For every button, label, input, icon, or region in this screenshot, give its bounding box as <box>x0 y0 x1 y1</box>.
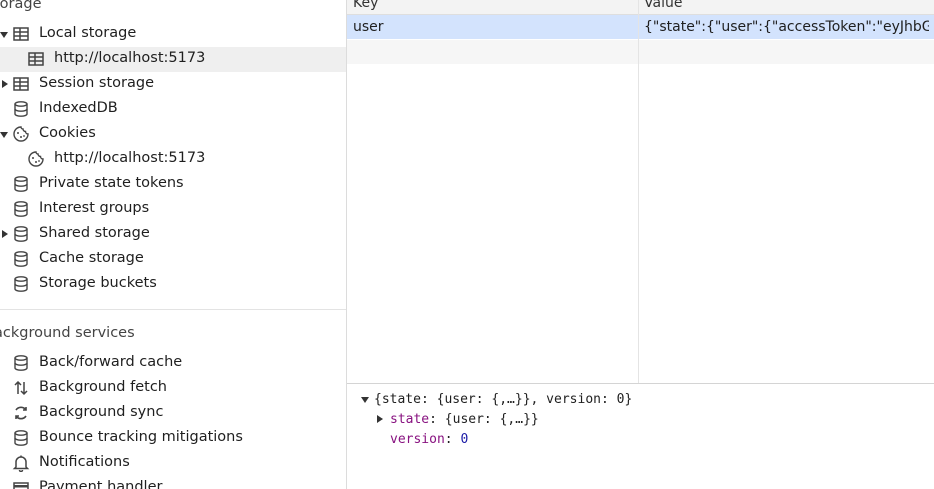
tree-item-label: Cache storage <box>39 250 144 266</box>
tree-item-background-fetch[interactable]: Background fetch <box>0 376 346 401</box>
table-row-empty <box>347 40 934 64</box>
expand-arrow-icon[interactable] <box>0 32 8 38</box>
tree-item-label: Bounce tracking mitigations <box>39 429 243 445</box>
tree-item-payment-handler[interactable]: Payment handler <box>0 476 346 489</box>
expand-arrow-icon[interactable] <box>0 132 8 138</box>
storage-section-header: torage <box>0 0 42 12</box>
preview-version-value: 0 <box>460 432 469 447</box>
background-services-header: ackground services <box>0 325 135 341</box>
database-icon <box>12 225 30 243</box>
tree-item-session-storage[interactable]: Session storage <box>0 72 346 97</box>
table-header <box>347 0 934 15</box>
preview-version-key: version <box>390 432 445 447</box>
tree-item-label: Payment handler <box>39 479 163 489</box>
collapse-arrow-icon[interactable] <box>2 80 8 88</box>
database-icon <box>12 354 30 372</box>
tree-item-label: Session storage <box>39 75 155 91</box>
tree-item-label: Back/forward cache <box>39 354 183 370</box>
card-icon <box>12 479 30 489</box>
tree-item-background-sync[interactable]: Background sync <box>0 401 346 426</box>
row-key-cell: user <box>353 19 384 35</box>
tree-item-local-storage-origin[interactable]: http://localhost:5173 <box>0 47 346 72</box>
tree-item-back-forward-cache[interactable]: Back/forward cache <box>0 351 346 376</box>
preview-colon: : <box>429 412 445 427</box>
row-value-cell: {"state":{"user":{"accessToken":"eyJhbGc… <box>644 19 929 35</box>
preview-state-value: {user: {,…}} <box>444 412 539 427</box>
value-preview: {state: {user: {,…}}, version: 0} state:… <box>347 384 934 489</box>
tree-item-label: IndexedDB <box>39 100 118 116</box>
preview-state-line[interactable]: state: {user: {,…}} <box>390 412 539 427</box>
database-icon <box>12 250 30 268</box>
expand-arrow-icon[interactable] <box>361 397 369 403</box>
column-divider <box>638 0 639 383</box>
tree-item-label: Storage buckets <box>39 275 157 291</box>
preview-version-line: version: 0 <box>390 432 468 447</box>
storage-table: Key Value user {"state":{"user":{"access… <box>347 0 934 383</box>
tree-item-local-storage[interactable]: Local storage <box>0 22 346 47</box>
table-icon <box>27 50 45 68</box>
table-icon <box>12 75 30 93</box>
tree-item-cache-storage[interactable]: Cache storage <box>0 247 346 272</box>
database-icon <box>12 429 30 447</box>
bell-icon <box>12 454 30 472</box>
database-icon <box>12 100 30 118</box>
database-icon <box>12 175 30 193</box>
collapse-arrow-icon[interactable] <box>377 415 383 423</box>
tree-item-label: Notifications <box>39 454 130 470</box>
tree-item-storage-buckets[interactable]: Storage buckets <box>0 272 346 297</box>
tree-item-label: http://localhost:5173 <box>54 150 206 166</box>
column-header-value[interactable]: Value <box>644 0 682 13</box>
tree-item-label: Interest groups <box>39 200 150 216</box>
collapse-arrow-icon[interactable] <box>2 230 8 238</box>
table-row[interactable]: user {"state":{"user":{"accessToken":"ey… <box>347 15 934 39</box>
tree-item-bounce-tracking[interactable]: Bounce tracking mitigations <box>0 426 346 451</box>
tree-item-indexeddb[interactable]: IndexedDB <box>0 97 346 122</box>
tree-item-cookies[interactable]: Cookies <box>0 122 346 147</box>
tree-item-label: http://localhost:5173 <box>54 50 206 66</box>
section-divider <box>0 309 346 310</box>
database-icon <box>12 275 30 293</box>
tree-item-private-state-tokens[interactable]: Private state tokens <box>0 172 346 197</box>
tree-item-label: Private state tokens <box>39 175 184 191</box>
cookie-icon <box>27 150 45 168</box>
tree-item-label: Shared storage <box>39 225 150 241</box>
tree-item-notifications[interactable]: Notifications <box>0 451 346 476</box>
preview-colon: : <box>444 432 461 447</box>
up-down-arrows-icon <box>12 379 30 397</box>
cookie-icon <box>12 125 30 143</box>
preview-root[interactable]: {state: {user: {,…}}, version: 0} <box>374 392 632 407</box>
tree-item-label: Local storage <box>39 25 137 41</box>
database-icon <box>12 200 30 218</box>
tree-item-shared-storage[interactable]: Shared storage <box>0 222 346 247</box>
preview-state-key: state <box>390 412 430 427</box>
tree-item-label: Background fetch <box>39 379 167 395</box>
sync-icon <box>12 404 30 422</box>
tree-item-label: Background sync <box>39 404 164 420</box>
application-sidebar: torage Local storage http://localhost:51… <box>0 0 347 489</box>
table-icon <box>12 25 30 43</box>
tree-item-cookies-origin[interactable]: http://localhost:5173 <box>0 147 346 172</box>
tree-item-label: Cookies <box>39 125 96 141</box>
tree-item-interest-groups[interactable]: Interest groups <box>0 197 346 222</box>
column-header-key[interactable]: Key <box>353 0 378 13</box>
